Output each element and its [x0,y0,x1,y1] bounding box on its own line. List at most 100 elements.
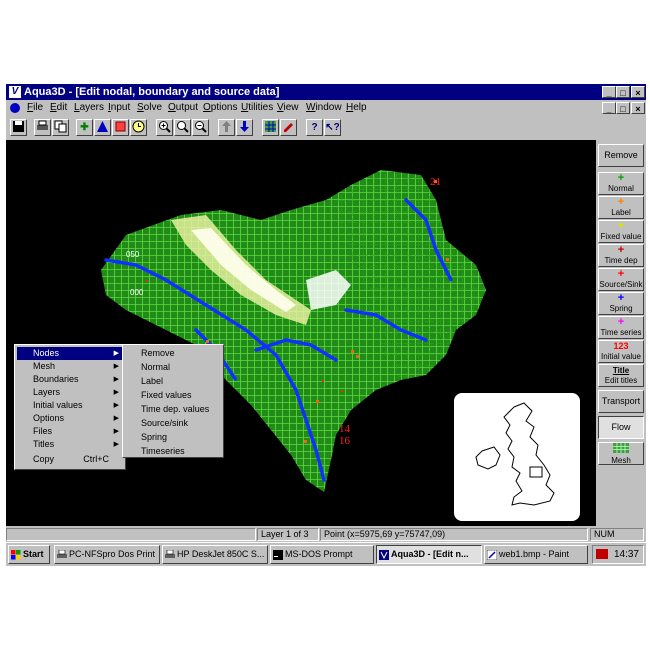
help-icon[interactable]: ? [306,119,323,136]
menu-options[interactable]: Options [203,100,237,116]
ctx-item-options[interactable]: Options ▶ [17,412,123,425]
doc-minimize-button[interactable]: _ [602,102,616,114]
mesh-icon[interactable] [262,119,279,136]
submenu-arrow-icon: ▶ [113,350,119,357]
ctx-item-titles[interactable]: Titles ▶ [17,438,123,451]
save-icon[interactable] [10,119,27,136]
submenu-label[interactable]: Label [125,375,221,388]
close-button[interactable]: × [631,86,645,98]
task-pc-nfspro[interactable]: PC-NFSpro Dos Print [54,545,160,564]
menu-layers[interactable]: Layers [74,100,104,116]
nodes-submenu: Remove Normal Label Fixed values Time de… [122,344,224,458]
submenu-arrow-icon: ▶ [113,402,119,409]
submenu-fixed-values[interactable]: Fixed values [125,389,221,402]
submenu-timeseries[interactable]: Timeseries [125,445,221,458]
square-icon[interactable] [112,119,129,136]
menu-edit[interactable]: Edit [50,100,67,116]
ctx-item-boundaries[interactable]: Boundaries ▶ [17,373,123,386]
flow-button[interactable]: Flow [598,416,644,439]
ctx-item-layers[interactable]: Layers ▶ [17,386,123,399]
zoom-window-icon[interactable] [174,119,191,136]
aqua3d-logo-icon [379,549,389,560]
ctx-item-files[interactable]: Files ▶ [17,425,123,438]
task-label: MS-DOS Prompt [285,549,353,559]
task-label: Aqua3D - [Edit n... [391,549,469,559]
node-label-16: 16 [339,435,350,447]
menu-help[interactable]: Help [346,100,367,116]
aqua3d-logo-icon[interactable]: V [9,86,21,98]
ctx-item-nodes[interactable]: Nodes ▶ [17,347,123,360]
ctx-item-mesh[interactable]: Mesh ▶ [17,360,123,373]
spring-button[interactable]: + Spring [598,292,644,315]
normal-node-button[interactable]: + Normal [598,172,644,195]
zoom-in-icon[interactable] [156,119,173,136]
task-hp-deskjet[interactable]: HP DeskJet 850C S... [162,545,268,564]
clock-icon[interactable] [130,119,147,136]
mesh-button[interactable]: Mesh [598,442,644,465]
maximize-button[interactable]: □ [616,86,630,98]
normal-label: Normal [608,184,634,193]
title-bar[interactable]: V Aqua3D - [Edit nodal, boundary and sou… [6,84,646,100]
remove-label: Remove [604,150,638,160]
status-layer: Layer 1 of 3 [257,528,319,541]
doc-restore-button[interactable]: □ [616,102,630,114]
menu-output[interactable]: Output [168,100,198,116]
context-help-icon[interactable]: ↖? [324,119,341,136]
minimize-button[interactable]: _ [602,86,616,98]
task-label: HP DeskJet 850C S... [177,549,265,559]
ctx-item-copy[interactable]: Copy Ctrl+C [17,453,123,466]
menu-input[interactable]: Input [108,100,130,116]
menu-view[interactable]: View [277,100,299,116]
arrow-down-icon[interactable] [236,119,253,136]
menu-utilities[interactable]: Utilities [241,100,273,116]
submenu-source-sink[interactable]: Source/sink [125,417,221,430]
initial-value-button[interactable]: 123 Initial value [598,340,644,363]
printer-icon [165,549,175,559]
pencil-icon[interactable] [280,119,297,136]
status-bar: Layer 1 of 3 Point (x=5975,69 y=75747,09… [6,526,646,542]
time-dep-button[interactable]: + Time dep [598,244,644,267]
tray-app-icon[interactable] [596,549,608,559]
submenu-remove[interactable]: Remove [125,347,221,360]
time-dep-label: Time dep [604,256,638,265]
printer-icon [57,549,67,559]
ctx-item-label: Nodes [33,348,60,358]
transport-button[interactable]: Transport [598,390,644,413]
submenu-spring[interactable]: Spring [125,431,221,444]
ctx-item-initial-values[interactable]: Initial values ▶ [17,399,123,412]
status-empty [6,528,256,541]
move-icon[interactable]: ✚ [76,119,93,136]
start-button[interactable]: Start [8,545,50,564]
menu-window[interactable]: Window [306,100,342,116]
doc-close-button[interactable]: × [631,102,645,114]
remove-button[interactable]: Remove [598,144,644,167]
task-ms-dos[interactable]: MS-DOS Prompt [270,545,374,564]
triangle-icon[interactable] [94,119,111,136]
arrow-up-icon[interactable] [218,119,235,136]
task-paint[interactable]: web1.bmp - Paint [484,545,588,564]
menu-solve[interactable]: Solve [137,100,162,116]
windows-logo-icon [11,549,21,560]
ctx-item-label: Files [33,426,53,436]
green-plus-icon: + [617,172,625,184]
node-label-21: 21 [430,176,441,188]
edit-titles-button[interactable]: Title Edit titles [598,364,644,387]
menu-file[interactable]: File [27,100,43,116]
task-aqua3d[interactable]: Aqua3D - [Edit n... [376,545,482,564]
copy-icon[interactable] [52,119,69,136]
label-node-button[interactable]: + Label [598,196,644,219]
orange-plus-icon: + [617,196,625,208]
time-series-button[interactable]: + Time series [598,316,644,339]
print-icon[interactable] [34,119,51,136]
source-sink-label: Source/Sink [599,280,643,289]
submenu-normal[interactable]: Normal [125,361,221,374]
document-icon[interactable] [10,103,20,113]
submenu-time-dep-values[interactable]: Time dep. values [125,403,221,416]
shortcut-label: Ctrl+C [83,454,109,464]
clock[interactable]: 14:37 [614,549,639,560]
fixed-value-button[interactable]: + Fixed value [598,220,644,243]
mesh-canvas[interactable]: 21 14 16 050 000 Nodes ▶ Mesh ▶ Boundaries… [6,140,596,526]
source-sink-button[interactable]: + Source/Sink [598,268,644,291]
toolbar: ✚ ? ↖? [6,117,646,139]
zoom-out-icon[interactable] [192,119,209,136]
